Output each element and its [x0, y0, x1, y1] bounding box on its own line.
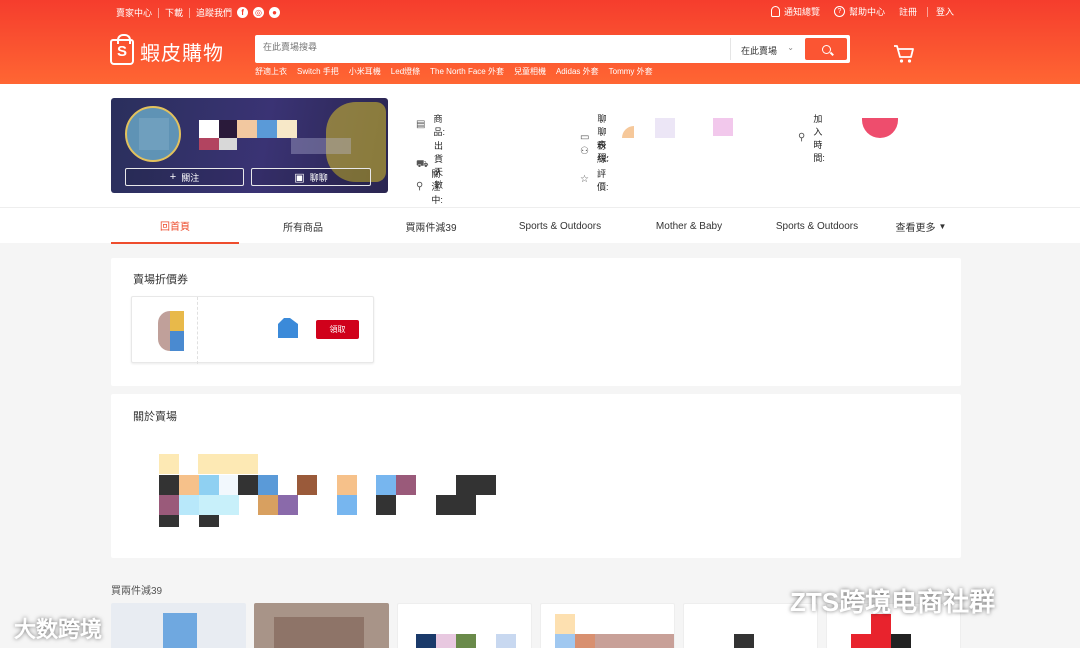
notifications-label: 通知總覽: [783, 7, 820, 17]
login-label: 登入: [935, 7, 954, 17]
tab-sports-outdoors[interactable]: Sports & Outdoors: [495, 208, 625, 244]
watermark-left: 大数跨境: [14, 617, 103, 642]
shop-banner: + 關注 ▣ 聊聊: [111, 98, 388, 193]
shop-header: + 關注 ▣ 聊聊 ▤ 商品: ⛟ 出貨天數 ⚲ 關注中: ▭ 聊聊表現: ⚇ 粉絲: ☆…: [0, 84, 1080, 207]
site-header: 賣家中心 下載 追蹤我們 f ◎ ● 通知總覽 ? 幫助中心 註冊 登入 S 蝦…: [0, 0, 1080, 84]
banner-decoration: [291, 138, 351, 154]
user-icon: ⚲: [798, 132, 806, 143]
stat-following: ⚲ 關注中:: [416, 167, 446, 206]
shop-tab-nav: 回首頁 所有商品 買兩件減39 Sports & Outdoors Mother…: [0, 207, 1080, 244]
more-label: 查看更多: [895, 222, 936, 234]
logo-text: 蝦皮購物: [140, 43, 224, 65]
section-title: 賣場折價券: [133, 274, 188, 286]
help-icon: ?: [833, 6, 845, 17]
line-icon[interactable]: ●: [269, 7, 281, 18]
about-section: 關於賣場: [111, 394, 961, 558]
stat-joined: ⚲ 加入時間:: [798, 112, 828, 164]
follow-label: 關注: [181, 172, 200, 183]
voucher-section: 賣場折價券 領取: [111, 258, 961, 386]
chevron-down-icon: ⌄: [787, 43, 794, 52]
divider: [189, 7, 191, 18]
hot-keyword[interactable]: 小米耳機: [349, 66, 381, 77]
shopee-logo[interactable]: S 蝦皮購物: [110, 33, 224, 66]
cart-icon[interactable]: [893, 44, 915, 64]
bell-icon: [770, 6, 780, 17]
claim-voucher-button[interactable]: 領取: [316, 320, 359, 339]
stat-label: 關注中:: [431, 169, 443, 205]
tab-home[interactable]: 回首頁: [111, 208, 239, 244]
search-icon: [821, 44, 831, 54]
help-label: 幫助中心: [848, 7, 885, 17]
download-link[interactable]: 下載: [165, 6, 183, 19]
blurred-voucher-value: [278, 318, 298, 338]
divider: [926, 6, 928, 17]
hot-keyword[interactable]: Switch 手把: [297, 66, 339, 77]
top-navbar: 賣家中心 下載 追蹤我們 f ◎ ● 通知總覽 ? 幫助中心 註冊 登入: [0, 0, 1080, 24]
hot-keyword[interactable]: Led燈條: [391, 66, 420, 77]
stat-followers: ⚇ 粉絲:: [580, 139, 610, 165]
shopping-bag-icon: S: [110, 33, 134, 65]
search-button[interactable]: [805, 38, 847, 60]
watermark-right: ZTS跨境电商社群: [790, 587, 996, 617]
tab-buy-two-discount[interactable]: 買兩件減39: [367, 208, 495, 244]
shop-avatar: [125, 106, 181, 162]
stat-products: ▤ 商品:: [416, 112, 446, 138]
chat-bubble-icon: ▣: [294, 171, 305, 184]
section-title: 買兩件減39: [111, 586, 163, 597]
chat-label: 聊聊: [309, 172, 328, 183]
instagram-icon[interactable]: ◎: [253, 7, 265, 18]
tab-sports-outdoors-2[interactable]: Sports & Outdoors: [753, 208, 881, 244]
product-card[interactable]: [397, 603, 532, 648]
product-card[interactable]: [111, 603, 246, 648]
product-card[interactable]: [540, 603, 675, 648]
search-bar: 在此賣場 ⌄: [255, 35, 850, 63]
chat-button[interactable]: ▣ 聊聊: [251, 168, 371, 186]
plus-icon: +: [169, 171, 177, 183]
search-input[interactable]: [263, 42, 723, 52]
stat-label: 粉絲:: [596, 141, 609, 164]
hot-keyword[interactable]: The North Face 外套: [430, 66, 504, 77]
voucher-card: 領取: [131, 296, 374, 364]
star-icon: ☆: [580, 174, 589, 185]
register-link[interactable]: 註冊: [899, 5, 917, 18]
voucher-divider: [197, 297, 198, 364]
register-label: 註冊: [898, 7, 917, 17]
follow-button[interactable]: + 關注: [125, 168, 244, 186]
hot-keywords: 舒適上衣 Switch 手把 小米耳機 Led燈條 The North Face…: [255, 66, 663, 77]
blurred-value: [713, 118, 733, 136]
tab-mother-baby[interactable]: Mother & Baby: [625, 208, 753, 244]
stat-label: 評價:: [596, 169, 609, 192]
hot-keyword[interactable]: Adidas 外套: [556, 66, 599, 77]
caret-down-icon: ▼: [938, 221, 947, 231]
product-card[interactable]: [254, 603, 389, 648]
followers-icon: ⚇: [580, 146, 589, 157]
hot-keyword[interactable]: 舒適上衣: [255, 66, 287, 77]
divider: [158, 7, 160, 18]
stat-label: 商品:: [433, 114, 445, 137]
blurred-value: [655, 118, 675, 138]
store-icon: ▤: [416, 119, 426, 130]
login-link[interactable]: 登入: [936, 5, 954, 18]
follow-us-label: 追蹤我們: [196, 8, 233, 18]
tab-all-products[interactable]: 所有商品: [239, 208, 367, 244]
section-title: 關於賣場: [133, 411, 177, 423]
tab-more[interactable]: 查看更多 ▼: [881, 208, 961, 244]
search-scope-value: 在此賣場: [741, 46, 778, 56]
voucher-image: [170, 311, 184, 331]
stat-label: 加入時間:: [813, 114, 825, 163]
blurred-value: [862, 118, 898, 138]
help-center-link[interactable]: ? 幫助中心: [833, 5, 885, 18]
notifications-link[interactable]: 通知總覽: [770, 5, 820, 18]
seller-center-link[interactable]: 賣家中心: [116, 6, 152, 19]
hot-keyword[interactable]: Tommy 外套: [609, 66, 653, 77]
hot-keyword[interactable]: 兒童相機: [514, 66, 546, 77]
blurred-value: [622, 126, 634, 138]
facebook-icon[interactable]: f: [237, 7, 249, 18]
user-icon: ⚲: [416, 180, 424, 192]
search-scope-select[interactable]: 在此賣場 ⌄: [730, 38, 802, 60]
stat-rating: ☆ 評價:: [580, 167, 610, 193]
voucher-image: [170, 331, 184, 351]
